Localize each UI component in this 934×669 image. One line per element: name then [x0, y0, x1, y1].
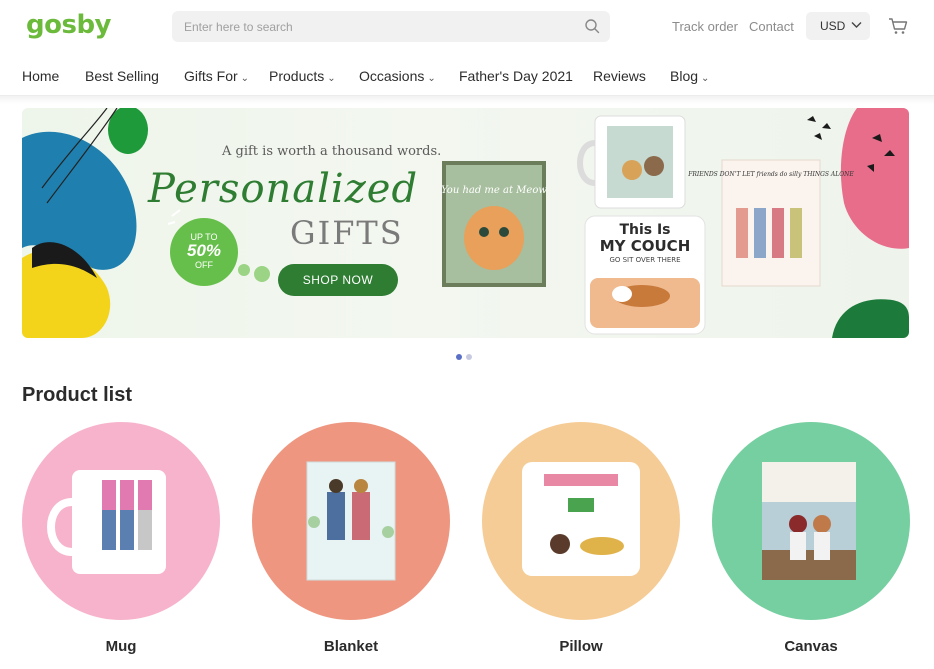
main-nav: Home Best Selling Gifts For ⌄ Products ⌄ O… [0, 54, 934, 96]
product-image[interactable] [22, 422, 220, 620]
svg-text:MY COUCH: MY COUCH [600, 237, 691, 255]
top-header: gosby Track order Contact USD [0, 0, 934, 54]
nav-label: Reviews [593, 68, 646, 84]
nav-label: Occasions [359, 68, 425, 84]
product-image[interactable] [712, 422, 910, 620]
product-image[interactable] [252, 422, 450, 620]
currency-value: USD [820, 19, 846, 33]
dark-green-blob [832, 299, 909, 338]
nav-item-gifts-for[interactable]: Gifts For ⌄ [184, 68, 249, 84]
track-order-link[interactable]: Track order [672, 19, 738, 34]
product-image[interactable] [482, 422, 680, 620]
canvas-product: You had me at Meow [441, 161, 547, 287]
chevron-down-icon: ⌄ [701, 73, 710, 84]
discount-badge: UP TO 50% OFF [170, 218, 238, 286]
nav-item-reviews[interactable]: Reviews [593, 68, 646, 84]
product-name[interactable]: Canvas [712, 638, 910, 655]
nav-label: Best Selling [85, 68, 159, 84]
friends-canvas-product: FRIENDS DON'T LET friends do silly THING… [687, 159, 854, 287]
product-card-blanket[interactable]: Blanket [252, 422, 450, 655]
nav-item-blog[interactable]: Blog ⌄ [670, 68, 709, 84]
mug-image [47, 470, 166, 574]
svg-text:FRIENDS DON'T LET friends do s: FRIENDS DON'T LET friends do silly THING… [687, 171, 854, 178]
nav-label: Products [269, 68, 325, 84]
canvas-image [762, 462, 856, 580]
product-list-title: Product list [22, 384, 133, 406]
nav-item-fathers-day[interactable]: Father's Day 2021 [459, 68, 573, 84]
nav-label: Father's Day 2021 [459, 68, 573, 84]
chevron-down-icon [851, 22, 862, 28]
logo[interactable]: gosby [26, 10, 112, 40]
mug-product [577, 115, 686, 209]
product-name[interactable]: Mug [22, 638, 220, 655]
banner-tagline: A gift is worth a thousand words. [222, 144, 442, 159]
product-name[interactable]: Blanket [252, 638, 450, 655]
svg-text:You had me at Meow: You had me at Meow [441, 185, 547, 196]
blanket-image [306, 461, 396, 581]
banner-artwork: You had me at Meow This Is MY COUCH GO S… [22, 108, 909, 338]
contact-link[interactable]: Contact [749, 19, 794, 34]
search-input[interactable] [184, 11, 574, 42]
svg-text:GO SIT OVER THERE: GO SIT OVER THERE [609, 256, 680, 264]
nav-item-products[interactable]: Products ⌄ [269, 68, 336, 84]
green-blob [108, 108, 148, 154]
nav-label: Gifts For [184, 68, 238, 84]
shop-now-button[interactable]: SHOP NOW [278, 264, 398, 296]
currency-select[interactable]: USD [806, 12, 870, 40]
carousel-dots [456, 345, 476, 364]
carousel-dot-active[interactable] [456, 354, 462, 360]
badge-line2: 50% [186, 241, 222, 260]
nav-label: Home [22, 68, 60, 84]
nav-item-occasions[interactable]: Occasions ⌄ [359, 68, 436, 84]
nav-item-best-selling[interactable]: Best Selling [85, 68, 159, 84]
chevron-down-icon: ⌄ [240, 73, 250, 84]
nav-shadow [0, 96, 934, 104]
product-card-pillow[interactable]: Pillow [482, 422, 680, 655]
cart-icon[interactable] [888, 17, 908, 35]
badge-line3: OFF [195, 260, 213, 270]
carousel-dot[interactable] [466, 354, 472, 360]
pillow-product: This Is MY COUCH GO SIT OVER THERE [584, 215, 706, 335]
nav-item-home[interactable]: Home [22, 68, 59, 84]
hero-banner[interactable]: You had me at Meow This Is MY COUCH GO S… [22, 108, 909, 338]
chevron-down-icon: ⌄ [327, 73, 336, 84]
pink-blob [840, 108, 909, 249]
banner-headline: Personalized [148, 166, 419, 212]
product-name[interactable]: Pillow [482, 638, 680, 655]
svg-text:This Is: This Is [619, 222, 670, 238]
nav-label: Blog [670, 68, 699, 84]
banner-subheadline: GIFTS [290, 214, 404, 252]
search-icon[interactable] [584, 18, 600, 34]
chevron-down-icon: ⌄ [427, 73, 436, 84]
search-bar [172, 11, 610, 42]
product-card-canvas[interactable]: Canvas [712, 422, 910, 655]
product-card-mug[interactable]: Mug [22, 422, 220, 655]
pillow-image [522, 462, 640, 576]
